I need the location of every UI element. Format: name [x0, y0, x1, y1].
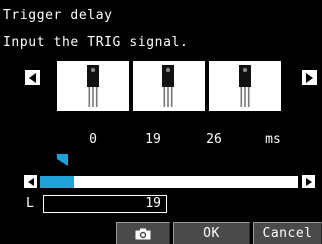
- ok-button[interactable]: OK: [173, 222, 250, 244]
- time-unit-label: ms: [265, 132, 281, 147]
- slider-decrement-button[interactable]: [24, 175, 37, 188]
- transistor-icon: [87, 65, 99, 107]
- time-label-2: 26: [206, 132, 222, 147]
- right-arrow-icon: [306, 72, 313, 83]
- dialog-title: Trigger delay: [3, 8, 113, 23]
- transistor-icon: [162, 65, 174, 107]
- thumbnail-0[interactable]: [57, 61, 129, 111]
- slider-increment-button[interactable]: [302, 175, 315, 188]
- time-label-0: 0: [89, 132, 97, 147]
- cancel-button[interactable]: Cancel: [253, 222, 322, 244]
- time-label-1: 19: [145, 132, 161, 147]
- instruction-text: Input the TRIG signal.: [3, 35, 189, 50]
- camera-button[interactable]: [116, 222, 170, 244]
- left-arrow-icon: [27, 177, 34, 186]
- previous-image-button[interactable]: [25, 70, 40, 85]
- delay-slider[interactable]: [40, 176, 298, 188]
- slider-marker-icon[interactable]: [57, 154, 69, 168]
- value-field-label: L: [26, 196, 35, 211]
- thumbnail-2[interactable]: [209, 61, 281, 111]
- right-arrow-icon: [305, 177, 312, 186]
- thumbnail-1[interactable]: [133, 61, 205, 111]
- slider-fill: [40, 176, 74, 188]
- transistor-icon: [239, 65, 251, 107]
- delay-value-field[interactable]: 19: [43, 195, 167, 213]
- camera-icon: [135, 228, 151, 239]
- left-arrow-icon: [29, 72, 36, 83]
- next-image-button[interactable]: [302, 70, 317, 85]
